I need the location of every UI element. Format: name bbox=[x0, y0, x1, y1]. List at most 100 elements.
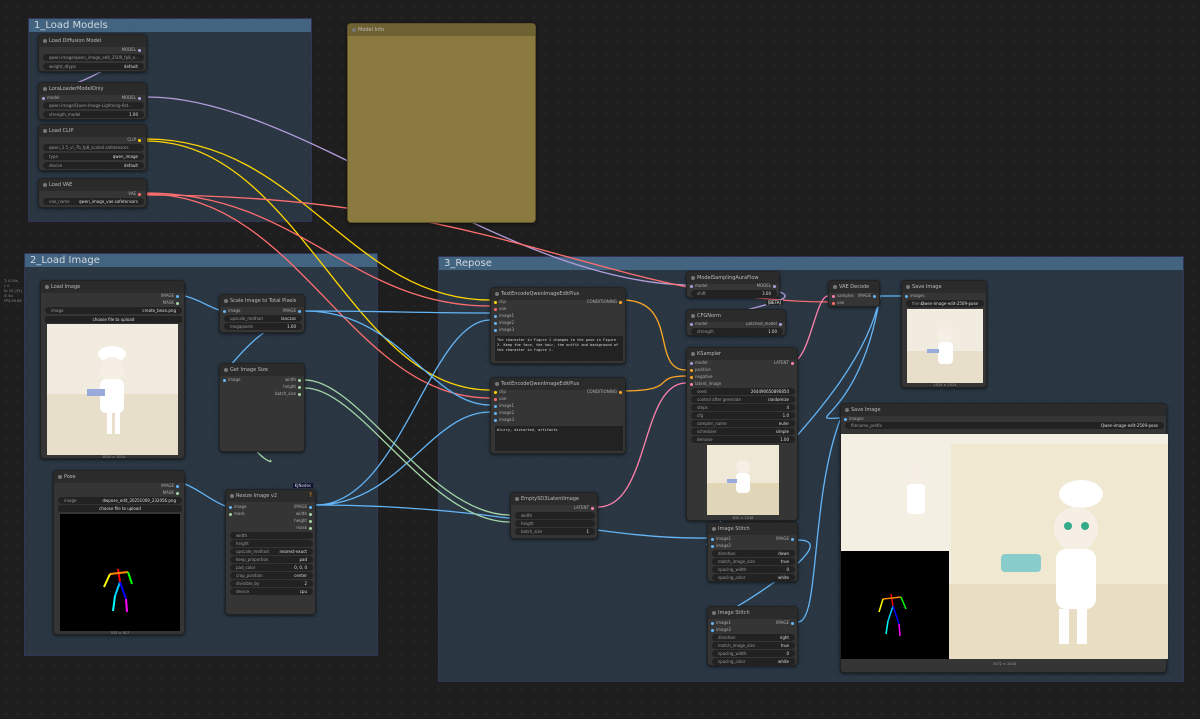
denoise-field[interactable]: denoise 1.00 bbox=[691, 436, 795, 443]
output-model[interactable]: MODEL bbox=[122, 47, 136, 52]
load-image-node[interactable]: Load Image IMAGE MASK image create_bean.p… bbox=[40, 280, 185, 459]
input-positive[interactable]: positive bbox=[695, 367, 711, 372]
output-image[interactable]: IMAGE bbox=[161, 483, 174, 488]
positive-prompt-textarea[interactable]: The character in Figure 1 changes to the… bbox=[495, 336, 623, 361]
pose-image-node[interactable]: Pose IMAGE MASK image dwpose_edit_2025100… bbox=[53, 470, 185, 635]
input-image2[interactable]: image2 bbox=[499, 320, 514, 325]
input-image[interactable]: image bbox=[228, 377, 240, 382]
load-diffusion-model-node[interactable]: Load Diffusion Model MODEL qwen-image/qw… bbox=[38, 34, 147, 72]
input-model[interactable]: model bbox=[695, 321, 707, 326]
spacing-width-field[interactable]: spacing_width 0 bbox=[712, 566, 795, 573]
keep-proportion-combo[interactable]: keep_proportion pad bbox=[230, 556, 313, 563]
control-after-generate-combo[interactable]: control after generate randomize bbox=[691, 396, 795, 403]
input-image1[interactable]: image1 bbox=[716, 536, 731, 541]
latent-height-field[interactable]: height bbox=[515, 520, 595, 527]
resize-width-field[interactable]: width bbox=[230, 532, 313, 539]
input-samples[interactable]: samples bbox=[837, 293, 854, 298]
output-batch-size[interactable]: batch_size bbox=[275, 391, 296, 396]
input-images[interactable]: images bbox=[849, 416, 864, 421]
output-model[interactable]: MODEL bbox=[757, 283, 771, 288]
output-latent[interactable]: LATENT bbox=[574, 505, 589, 510]
output-vae[interactable]: VAE bbox=[128, 191, 136, 196]
scheduler-combo[interactable]: scheduler simple bbox=[691, 428, 795, 435]
text-encode-positive-node[interactable]: TextEncodeQwenImageEditPlus clip vae ima… bbox=[490, 287, 626, 364]
input-image3[interactable]: image3 bbox=[499, 417, 514, 422]
spacing-color-combo[interactable]: spacing_color white bbox=[712, 658, 795, 665]
direction-combo[interactable]: direction right bbox=[712, 634, 795, 641]
get-image-size-node[interactable]: Get Image Size image width height batch_… bbox=[219, 363, 305, 452]
divisible-by-field[interactable]: divisible_by 2 bbox=[230, 580, 313, 587]
unet-name-combo[interactable]: qwen-image/qwen_image_edit_2509_fp8_e... bbox=[43, 54, 144, 61]
spacing-width-field[interactable]: spacing_width 0 bbox=[712, 650, 795, 657]
upscale-method-combo[interactable]: upscale_method nearest-exact bbox=[230, 548, 313, 555]
image-stitch-down-node[interactable]: Image Stitch image1 image2 IMAGE directi… bbox=[707, 522, 798, 582]
input-image2[interactable]: image2 bbox=[716, 543, 731, 548]
pose-image-combo[interactable]: image dwpose_edit_20251009_232056.png bbox=[58, 497, 182, 504]
match-image-size-toggle[interactable]: match_image_size true bbox=[712, 642, 795, 649]
clip-type-combo[interactable]: type qwen_image bbox=[43, 153, 144, 160]
input-mask[interactable]: mask bbox=[234, 511, 245, 516]
pad-color-field[interactable]: pad_color 0, 0, 0 bbox=[230, 564, 313, 571]
input-model[interactable]: model bbox=[47, 95, 59, 100]
upload-button[interactable]: choose file to upload bbox=[45, 316, 182, 323]
vae-name-combo[interactable]: vae_name qwen_image_vae.safetensors bbox=[43, 198, 144, 205]
output-image[interactable]: IMAGE bbox=[858, 293, 871, 298]
clip-device-combo[interactable]: device default bbox=[43, 162, 144, 169]
weight-dtype-combo[interactable]: weight_dtype default bbox=[43, 63, 144, 70]
spacing-color-combo[interactable]: spacing_color white bbox=[712, 574, 795, 581]
cfg-field[interactable]: cfg 1.0 bbox=[691, 412, 795, 419]
output-image[interactable]: IMAGE bbox=[776, 536, 789, 541]
strength-model-field[interactable]: strength_model 1.00 bbox=[43, 111, 144, 118]
input-image1[interactable]: image1 bbox=[716, 620, 731, 625]
output-patched-model[interactable]: patched_model bbox=[746, 321, 777, 326]
megapixels-field[interactable]: megapixels 1.00 bbox=[224, 323, 302, 330]
load-clip-node[interactable]: Load CLIP CLIP qwen_2.5_vl_7b_fp8_scaled… bbox=[38, 124, 147, 171]
crop-position-combo[interactable]: crop_position center bbox=[230, 572, 313, 579]
ksampler-node[interactable]: KSampler model positive negative latent_… bbox=[686, 347, 798, 521]
input-vae[interactable]: vae bbox=[499, 306, 506, 311]
image-stitch-right-node[interactable]: Image Stitch image1 image2 IMAGE directi… bbox=[707, 606, 798, 666]
resize-height-field[interactable]: height bbox=[230, 540, 313, 547]
output-mask[interactable]: MASK bbox=[163, 300, 174, 305]
input-model[interactable]: model bbox=[695, 283, 707, 288]
output-clip[interactable]: CLIP bbox=[127, 137, 136, 142]
input-image[interactable]: image bbox=[228, 308, 240, 313]
upload-button[interactable]: choose file to upload bbox=[58, 505, 182, 512]
image-combo[interactable]: image create_bean.png bbox=[45, 307, 182, 314]
empty-latent-node[interactable]: EmptySD3LatentImage LATENT width height … bbox=[510, 492, 598, 539]
input-vae[interactable]: vae bbox=[837, 300, 844, 305]
batch-size-field[interactable]: batch_size 1 bbox=[515, 528, 595, 535]
output-height[interactable]: height bbox=[283, 384, 296, 389]
match-image-size-toggle[interactable]: match_image_size true bbox=[712, 558, 795, 565]
device-combo[interactable]: device cpu bbox=[230, 588, 313, 595]
cfgnorm-node[interactable]: CFGNorm model patched_model strength 1.00 bbox=[686, 309, 786, 336]
output-latent[interactable]: LATENT bbox=[774, 360, 789, 365]
input-image1[interactable]: image1 bbox=[499, 313, 514, 318]
clip-name-combo[interactable]: qwen_2.5_vl_7b_fp8_scaled.safetensors bbox=[43, 144, 144, 151]
filename-prefix-field[interactable]: filena Qwen-image-edit-2509-pose bbox=[906, 300, 984, 307]
input-negative[interactable]: negative bbox=[695, 374, 713, 379]
load-vae-node[interactable]: Load VAE VAE vae_name qwen_image_vae.safe… bbox=[38, 178, 147, 208]
model-info-note[interactable]: Model Info bbox=[347, 23, 536, 223]
input-vae[interactable]: vae bbox=[499, 396, 506, 401]
input-image1[interactable]: image1 bbox=[499, 403, 514, 408]
output-model[interactable]: MODEL bbox=[122, 95, 136, 100]
input-image2[interactable]: image2 bbox=[499, 410, 514, 415]
save-image-small-node[interactable]: Save Image images filena Qwen-image-edit-… bbox=[901, 280, 987, 388]
output-width[interactable]: width bbox=[285, 377, 296, 382]
steps-field[interactable]: steps 4 bbox=[691, 404, 795, 411]
latent-width-field[interactable]: width bbox=[515, 512, 595, 519]
resize-image-node[interactable]: KJNodes Resize Image v2 ? image mask IMA… bbox=[225, 483, 316, 615]
lora-name-combo[interactable]: qwen-image/Qwen-Image-Lightning-8st... bbox=[43, 102, 144, 109]
output-mask[interactable]: mask bbox=[296, 525, 307, 530]
help-icon[interactable]: ? bbox=[309, 492, 312, 499]
input-clip[interactable]: clip bbox=[499, 389, 506, 394]
input-clip[interactable]: clip bbox=[499, 299, 506, 304]
text-encode-negative-node[interactable]: TextEncodeQwenImageEditPlus clip vae ima… bbox=[490, 377, 626, 454]
output-image[interactable]: IMAGE bbox=[776, 620, 789, 625]
input-model[interactable]: model bbox=[695, 360, 707, 365]
output-width[interactable]: width bbox=[296, 511, 307, 516]
negative-prompt-textarea[interactable]: blurry, distorted, artifacts bbox=[495, 426, 623, 451]
filename-prefix-field[interactable]: filename_prefix Qwen-image-edit-2509-pose bbox=[845, 422, 1164, 429]
output-mask[interactable]: MASK bbox=[163, 490, 174, 495]
